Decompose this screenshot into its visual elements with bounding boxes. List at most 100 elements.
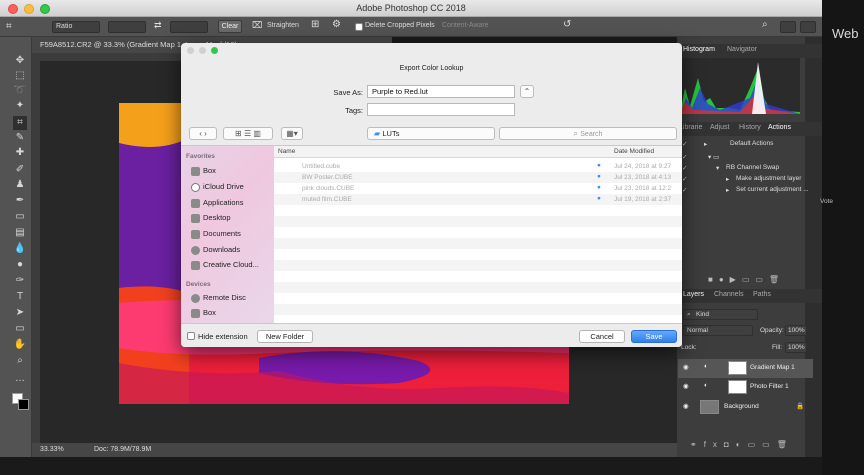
tab-adjustments[interactable]: Adjust	[710, 124, 729, 131]
checkmark-icon[interactable]: ✓	[682, 186, 687, 194]
sidebar-item-downloads[interactable]: Downloads	[191, 245, 273, 258]
action-set-row[interactable]: ✓ ▾ ▭	[678, 153, 818, 164]
magic-wand-icon[interactable]: ✦	[13, 99, 27, 113]
save-as-input[interactable]: Purple to Red.lut	[367, 85, 515, 98]
height-input[interactable]	[170, 21, 208, 33]
layer-mask-thumbnail[interactable]	[728, 380, 747, 394]
blend-mode-select[interactable]: Normal	[683, 325, 753, 336]
healing-brush-icon[interactable]: ✚	[13, 146, 27, 160]
location-popup[interactable]: ▰ LUTs	[367, 127, 495, 140]
tags-input[interactable]	[367, 103, 515, 116]
sidebar-item-creative-cloud[interactable]: Creative Cloud...	[191, 260, 273, 273]
file-row[interactable]: pink clouds.CUBE ● Jul 23, 2018 at 12:2	[274, 183, 682, 194]
type-tool-icon[interactable]: T	[13, 290, 27, 304]
dialog-zoom-button[interactable]	[211, 47, 218, 54]
save-button[interactable]: Save	[631, 330, 677, 343]
layer-controls[interactable]: ⚭fx◘◐▭▭🗑	[690, 440, 815, 449]
sidebar-item-box-device[interactable]: Box	[191, 308, 273, 321]
tab-paths[interactable]: Paths	[753, 291, 771, 298]
delete-cropped-checkbox[interactable]	[355, 23, 363, 31]
eye-icon[interactable]: ◉	[683, 402, 689, 410]
workspace-switcher[interactable]	[780, 21, 796, 33]
back-forward-buttons[interactable]: ‹ ›	[189, 127, 217, 140]
checkmark-icon[interactable]: ✓	[682, 153, 687, 161]
straighten-label[interactable]: Straighten	[267, 22, 299, 29]
expand-dialog-button[interactable]: ⌃	[520, 85, 534, 98]
action-set-row[interactable]: ✓ ▸ Default Actions	[678, 140, 818, 151]
new-folder-button[interactable]: New Folder	[257, 330, 313, 343]
sidebar-item-documents[interactable]: Documents	[191, 229, 273, 242]
sidebar-item-applications[interactable]: Applications	[191, 198, 273, 211]
eraser-tool-icon[interactable]: ▭	[13, 210, 27, 224]
more-tools-icon[interactable]: …	[13, 372, 27, 386]
action-row[interactable]: ✓ ▾ RB Channel Swap	[678, 164, 818, 175]
hand-tool-icon[interactable]: ✋	[13, 338, 27, 352]
tab-actions[interactable]: Actions	[768, 124, 791, 131]
gear-icon[interactable]: ⚙	[332, 19, 341, 30]
path-selection-icon[interactable]: ➤	[13, 306, 27, 320]
sidebar-item-remote-disc[interactable]: Remote Disc	[191, 293, 273, 306]
eye-icon[interactable]: ◉	[683, 363, 689, 371]
move-tool-icon[interactable]: ✥	[13, 54, 27, 68]
clear-button[interactable]: Clear	[218, 20, 242, 33]
lasso-tool-icon[interactable]: ➰	[13, 84, 27, 98]
ratio-select[interactable]: Ratio	[52, 21, 100, 33]
file-row[interactable]: BW Poster.CUBE ● Jul 23, 2018 at 4:13	[274, 172, 682, 183]
dialog-minimize-button[interactable]	[199, 47, 206, 54]
marquee-tool-icon[interactable]: ⬚	[13, 69, 27, 83]
search-field[interactable]: ⌕ Search	[499, 127, 677, 140]
stamp-tool-icon[interactable]: ♟	[13, 178, 27, 192]
checkmark-icon[interactable]: ✓	[682, 164, 687, 172]
swap-icon[interactable]: ⇄	[154, 20, 162, 31]
file-row[interactable]: muted film.CUBE ● Jul 19, 2018 at 2:37	[274, 194, 682, 205]
eye-icon[interactable]: ◉	[683, 382, 689, 390]
zoom-tool-icon[interactable]: ⌕	[13, 354, 27, 368]
search-icon[interactable]: ⌕	[762, 19, 768, 30]
history-brush-icon[interactable]: ✒	[13, 194, 27, 208]
checkmark-icon[interactable]: ✓	[682, 140, 687, 148]
layer-name[interactable]: Photo Filter 1	[750, 383, 789, 390]
grid-overlay-icon[interactable]: ⊞	[311, 19, 319, 30]
brush-tool-icon[interactable]: ✐	[13, 163, 27, 177]
tab-channels[interactable]: Channels	[714, 291, 744, 298]
layer-name[interactable]: Gradient Map 1	[750, 364, 795, 371]
fill-input[interactable]: 100%	[785, 342, 807, 353]
crop-tool-icon[interactable]: ⌗	[13, 116, 27, 130]
sidebar-item-box[interactable]: Box	[191, 166, 273, 179]
layer-row[interactable]: ◉ ◐ Photo Filter 1	[678, 378, 813, 397]
view-mode-selector[interactable]: ⊞ ☰ ▥	[223, 127, 273, 140]
hide-extension-checkbox[interactable]	[187, 332, 195, 340]
action-step-row[interactable]: ✓ ▸ Make adjustment layer	[678, 175, 818, 186]
cancel-button[interactable]: Cancel	[579, 330, 625, 343]
dialog-close-button[interactable]	[187, 47, 194, 54]
layer-name[interactable]: Background	[724, 403, 759, 410]
crop-tool-icon[interactable]: ⌗	[6, 21, 22, 33]
layer-thumbnail[interactable]	[700, 400, 719, 414]
pen-tool-icon[interactable]: ✑	[13, 274, 27, 288]
gradient-tool-icon[interactable]: ▤	[13, 226, 27, 240]
tab-navigator[interactable]: Navigator	[727, 46, 757, 53]
column-date-modified[interactable]: Date Modified	[614, 148, 654, 155]
sidebar-item-icloud-drive[interactable]: iCloud Drive	[191, 182, 273, 195]
zoom-level[interactable]: 33.33%	[40, 446, 64, 453]
column-name[interactable]: Name	[278, 148, 295, 155]
share-icon[interactable]	[800, 21, 816, 33]
opacity-input[interactable]: 100%	[785, 325, 807, 336]
tab-layers[interactable]: Layers	[683, 291, 704, 298]
layer-mask-thumbnail[interactable]	[728, 361, 747, 375]
file-row[interactable]: Untitled.cube ● Jul 24, 2018 at 9:27	[274, 161, 682, 172]
hide-extension-label[interactable]: Hide extension	[198, 332, 248, 341]
blur-tool-icon[interactable]: 💧	[13, 242, 27, 256]
straighten-icon[interactable]: ⌧	[252, 20, 262, 31]
actions-controls[interactable]: ■●▶▭▭🗑	[708, 275, 808, 284]
checkmark-icon[interactable]: ✓	[682, 175, 687, 183]
background-color-swatch[interactable]	[18, 399, 29, 410]
layer-row[interactable]: ◉ ◐ Gradient Map 1	[678, 359, 813, 378]
dodge-tool-icon[interactable]: ●	[13, 258, 27, 272]
tab-histogram[interactable]: Histogram	[683, 46, 715, 53]
tab-libraries[interactable]: Librarie	[679, 124, 702, 131]
layer-row[interactable]: ◉ Background 🔒	[678, 398, 813, 417]
sidebar-item-desktop[interactable]: Desktop	[191, 213, 273, 226]
reset-icon[interactable]: ↺	[563, 19, 571, 30]
shape-tool-icon[interactable]: ▭	[13, 322, 27, 336]
